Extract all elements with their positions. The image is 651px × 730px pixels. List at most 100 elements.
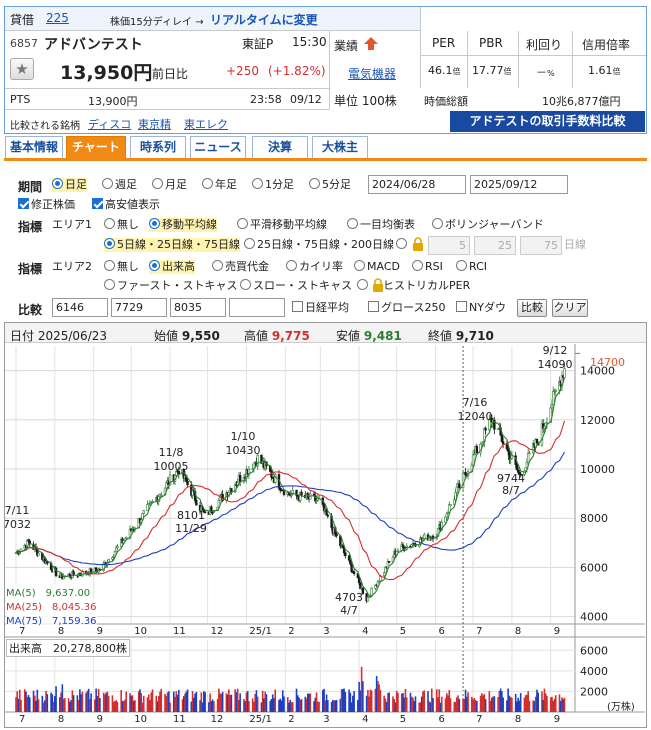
peak-annotation: 4703 — [335, 591, 363, 604]
ma-custom-3[interactable]: 75 — [520, 236, 562, 255]
volume-bar — [178, 689, 180, 712]
area1-smoothed-ma[interactable]: 平滑移動平均線 — [237, 218, 327, 232]
compare-stock-disco[interactable]: ディスコ — [88, 116, 131, 132]
stock-code: 6857 — [10, 37, 38, 50]
adjusted-price-checkbox[interactable]: 修正株価 — [18, 198, 75, 212]
candle-body — [238, 475, 242, 483]
tab-chart[interactable]: チャート — [66, 136, 126, 158]
ma-set-5-25-75[interactable]: 5日線・25日線・75日線 — [104, 238, 240, 252]
area2-rsi[interactable]: RSI — [412, 260, 443, 274]
sector-link[interactable]: 電気機器 — [348, 65, 396, 82]
month-axis-label: 7 — [19, 626, 25, 637]
volume-bar — [405, 697, 408, 712]
stock-chart[interactable]: 4000600080001000012000140007788991010111… — [5, 344, 646, 728]
compare-code-1[interactable]: 6146 — [52, 298, 108, 317]
volume-bar — [502, 697, 504, 712]
volume-bar — [440, 696, 443, 712]
candle-body — [545, 422, 549, 424]
compare-growth250-checkbox[interactable]: グロース250 — [368, 301, 445, 315]
margin-code-link[interactable]: 225 — [46, 11, 69, 25]
compare-button[interactable]: 比較 — [517, 299, 547, 317]
period-5min[interactable]: 5分足 — [309, 178, 351, 192]
area1-bollinger[interactable]: ボリンジャーバンド — [432, 218, 544, 232]
day-line-unit: 日線 — [564, 238, 586, 251]
volume-bar — [90, 693, 92, 712]
tab-news[interactable]: ニュース — [190, 136, 246, 158]
tab-earnings[interactable]: 決算 — [252, 136, 308, 158]
ma-set-25-75-200[interactable]: 25日線・75日線・200日線 — [244, 238, 394, 252]
month-axis-label: 8 — [515, 714, 521, 725]
area2-slow-stochastic[interactable]: スロー・ストキャス — [240, 279, 352, 293]
candle-body — [146, 504, 149, 511]
pts-time: 23:58 — [250, 93, 282, 106]
period-monthly[interactable]: 月足 — [152, 178, 187, 192]
ratio-col-divider — [518, 31, 519, 88]
tab-major-shareholders[interactable]: 大株主 — [312, 136, 368, 158]
volume-bar — [519, 693, 522, 712]
area2-volume[interactable]: 出来高 — [149, 260, 195, 274]
area2-fast-stochastic[interactable]: ファースト・ストキャス — [104, 279, 237, 293]
area1-none[interactable]: 無し — [104, 218, 139, 232]
volume-bar — [265, 694, 268, 712]
compare-stock-tokyoelectron[interactable]: 東エレク — [184, 116, 228, 132]
pbr-label: PBR — [479, 36, 503, 50]
compare-code-3[interactable]: 8035 — [170, 298, 226, 317]
candle-body — [528, 452, 531, 455]
ratio-col-divider — [572, 31, 573, 88]
volume-bar — [370, 690, 373, 712]
period-daily[interactable]: 日足 — [52, 178, 87, 192]
lock-icon — [373, 278, 383, 292]
date-to-input[interactable]: 2025/09/12 — [470, 175, 568, 194]
candle-body — [344, 552, 347, 557]
tab-basic-info[interactable]: 基本情報 — [5, 136, 63, 158]
candle-body — [505, 443, 509, 450]
volume-bar — [116, 701, 119, 712]
area2-deviation[interactable]: カイリ率 — [286, 260, 343, 274]
price-axis-label: 8000 — [580, 512, 608, 525]
candle-body — [349, 559, 352, 565]
margin-ratio-value: 1.61倍 — [588, 64, 621, 77]
ma-custom-2[interactable]: 25 — [474, 236, 516, 255]
ma-set-custom[interactable] — [396, 238, 409, 252]
area2-rci[interactable]: RCI — [456, 260, 487, 274]
compare-nydow-checkbox[interactable]: NYダウ — [456, 301, 506, 315]
volume-bar — [99, 697, 101, 712]
volume-bar — [28, 697, 31, 712]
fee-comparison-banner[interactable]: アドテストの取引手数料比較 — [450, 111, 645, 132]
info-close: 終値 9,710 — [428, 329, 494, 343]
high-low-checkbox[interactable]: 高安値表示 — [92, 198, 160, 212]
period-weekly[interactable]: 週足 — [102, 178, 137, 192]
area1-moving-average[interactable]: 移動平均線 — [149, 218, 217, 232]
volume-bar — [186, 689, 189, 712]
compare-code-2[interactable]: 7729 — [111, 298, 167, 317]
volume-bar — [81, 691, 84, 712]
date-from-input[interactable]: 2024/06/28 — [368, 175, 466, 194]
candle-body — [423, 534, 426, 539]
area2-macd[interactable]: MACD — [354, 260, 400, 274]
compare-nikkei-checkbox[interactable]: 日経平均 — [292, 301, 349, 315]
area1-ichimoku[interactable]: 一目均衡表 — [347, 218, 415, 232]
volume-bar — [20, 699, 22, 712]
favorite-star-icon[interactable]: ★ — [10, 58, 34, 80]
compare-stock-tokyoseimitsu[interactable]: 東京精 — [138, 116, 171, 132]
compare-code-4[interactable] — [229, 298, 285, 317]
candle-body — [142, 510, 145, 514]
candle-body — [186, 480, 189, 486]
area2-turnover[interactable]: 売買代金 — [212, 260, 269, 274]
quote-time: 15:30 — [292, 35, 327, 49]
realtime-link[interactable]: リアルタイムに変更 — [210, 11, 318, 28]
unit-shares: 単位 100株 — [334, 94, 397, 108]
ma-custom-1[interactable]: 5 — [428, 236, 470, 255]
area2-none[interactable]: 無し — [104, 260, 139, 274]
volume-bar — [449, 698, 452, 712]
period-1min[interactable]: 1分足 — [252, 178, 294, 192]
tab-time-series[interactable]: 時系列 — [130, 136, 186, 158]
month-axis-label: 10 — [134, 626, 147, 637]
period-yearly[interactable]: 年足 — [202, 178, 237, 192]
month-axis-label: 3 — [323, 626, 329, 637]
price-axis-label: 12000 — [580, 414, 615, 427]
month-axis-label: 6 — [439, 714, 445, 725]
clear-button[interactable]: クリア — [552, 299, 588, 317]
volume-bar — [327, 700, 329, 712]
volume-axis-label: 2000 — [580, 685, 608, 698]
